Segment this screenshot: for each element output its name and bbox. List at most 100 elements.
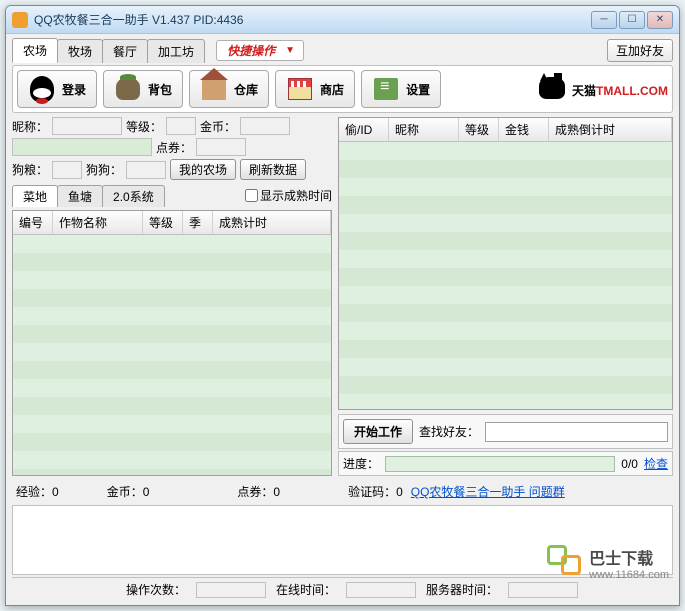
coupon-label: 点券： <box>156 139 192 156</box>
show-mature-check[interactable] <box>245 189 258 202</box>
content-area: 农场 牧场 餐厅 加工坊 快捷操作 ▼ 互加好友 登录 背包 仓库 <box>6 34 679 605</box>
shop-label: 商店 <box>320 81 344 98</box>
dog-label: 狗狗： <box>86 161 122 178</box>
subtabs: 菜地 鱼塘 2.0系统 <box>12 185 164 207</box>
titlebar-text: QQ农牧餐三合一助手 V1.437 PID:4436 <box>34 11 591 28</box>
check-link[interactable]: 检查 <box>644 455 668 472</box>
settings-icon <box>372 75 400 103</box>
th-mature[interactable]: 成熟计时 <box>213 211 331 234</box>
main-tabs: 农场 牧场 餐厅 加工坊 快捷操作 ▼ 互加好友 <box>12 38 673 63</box>
start-work-button[interactable]: 开始工作 <box>343 419 413 444</box>
dogfood-label: 狗粮： <box>12 161 48 178</box>
tmall-logo: 天猫TMALL.COM <box>536 75 668 103</box>
shop-button[interactable]: 商店 <box>275 70 355 108</box>
progress-value: 0/0 <box>621 457 638 471</box>
login-button[interactable]: 登录 <box>17 70 97 108</box>
gold-status: 金币：0 <box>107 483 150 500</box>
close-button[interactable]: ✕ <box>647 11 673 29</box>
subtab-pond[interactable]: 鱼塘 <box>57 185 103 207</box>
th-countdown[interactable]: 成熟倒计时 <box>549 118 672 141</box>
server-field <box>508 582 578 598</box>
nickname-field <box>52 117 122 135</box>
app-window: QQ农牧餐三合一助手 V1.437 PID:4436 ─ ☐ ✕ 农场 牧场 餐… <box>5 5 680 606</box>
shop-icon <box>286 75 314 103</box>
tab-restaurant[interactable]: 餐厅 <box>102 39 148 63</box>
login-label: 登录 <box>62 81 86 98</box>
maximize-button[interactable]: ☐ <box>619 11 645 29</box>
watermark-icon <box>547 545 583 581</box>
bag-button[interactable]: 背包 <box>103 70 183 108</box>
watermark-url: www.11684.com <box>589 569 669 581</box>
body-row: 昵称： 等级： 金币： 点券： 狗粮： 狗狗： 我的农 <box>12 117 673 476</box>
friend-table-body[interactable] <box>339 142 672 409</box>
th-id[interactable]: 编号 <box>13 211 53 234</box>
status-row: 经验：0 金币：0 点券：0 验证码：0 QQ农牧餐三合一助手 问题群 <box>12 480 673 503</box>
online-field <box>346 582 416 598</box>
th-nickname[interactable]: 昵称 <box>389 118 459 141</box>
show-mature-checkbox[interactable]: 显示成熟时间 <box>245 187 332 204</box>
progress-row: 进度： 0/0 检查 <box>338 451 673 476</box>
ops-label: 操作次数： <box>126 581 186 598</box>
th-level2[interactable]: 等级 <box>459 118 499 141</box>
work-row: 开始工作 查找好友： <box>338 414 673 449</box>
th-season[interactable]: 季 <box>183 211 213 234</box>
tab-pasture[interactable]: 牧场 <box>57 39 103 63</box>
tab-workshop[interactable]: 加工坊 <box>147 39 205 63</box>
nickname-label: 昵称： <box>12 118 48 135</box>
left-panel: 昵称： 等级： 金币： 点券： 狗粮： 狗狗： 我的农 <box>12 117 332 476</box>
settings-label: 设置 <box>406 81 430 98</box>
th-crop[interactable]: 作物名称 <box>53 211 143 234</box>
exp-status: 经验：0 <box>16 483 59 500</box>
th-steal[interactable]: 偷/ID <box>339 118 389 141</box>
bag-icon <box>114 75 142 103</box>
help-link[interactable]: QQ农牧餐三合一助手 问题群 <box>411 483 565 500</box>
chevron-down-icon: ▼ <box>281 45 299 56</box>
th-level[interactable]: 等级 <box>143 211 183 234</box>
dog-field <box>126 161 166 179</box>
friend-table: 偷/ID 昵称 等级 金钱 成熟倒计时 <box>338 117 673 410</box>
right-panel: 偷/ID 昵称 等级 金钱 成熟倒计时 开始工作 查找好友： 进度： <box>338 117 673 476</box>
crop-table-header: 编号 作物名称 等级 季 成熟计时 <box>13 211 331 235</box>
dogfood-field <box>52 161 82 179</box>
tmall-cat-icon <box>536 75 568 103</box>
myfarm-button[interactable]: 我的农场 <box>170 159 236 180</box>
gold-label: 金币： <box>200 118 236 135</box>
tab-farm[interactable]: 农场 <box>12 38 58 63</box>
warehouse-label: 仓库 <box>234 81 258 98</box>
th-money[interactable]: 金钱 <box>499 118 549 141</box>
online-label: 在线时间： <box>276 581 336 598</box>
house-icon <box>200 75 228 103</box>
watermark-text: 巴士下载 <box>589 545 669 569</box>
crop-table: 编号 作物名称 等级 季 成熟计时 <box>12 210 332 476</box>
refresh-button[interactable]: 刷新数据 <box>240 159 306 180</box>
coupon-field <box>196 138 246 156</box>
settings-button[interactable]: 设置 <box>361 70 441 108</box>
subtab-field[interactable]: 菜地 <box>12 185 58 207</box>
show-mature-label: 显示成熟时间 <box>260 187 332 204</box>
captcha-status: 验证码：0 <box>348 483 403 500</box>
ops-field <box>196 582 266 598</box>
find-friend-label: 查找好友： <box>419 423 479 440</box>
level-label: 等级： <box>126 118 162 135</box>
qq-penguin-icon <box>28 75 56 103</box>
tmall-en: TMALL.COM <box>596 84 668 98</box>
minimize-button[interactable]: ─ <box>591 11 617 29</box>
server-label: 服务器时间： <box>426 581 498 598</box>
quick-operation-dropdown[interactable]: 快捷操作 ▼ <box>216 40 304 61</box>
coupon-status: 点券：0 <box>237 483 280 500</box>
exp-bar <box>12 138 152 156</box>
progress-label: 进度： <box>343 455 379 472</box>
add-friend-button[interactable]: 互加好友 <box>607 39 673 62</box>
watermark: 巴士下载 www.11684.com <box>547 545 669 581</box>
gold-field <box>240 117 290 135</box>
warehouse-button[interactable]: 仓库 <box>189 70 269 108</box>
level-field <box>166 117 196 135</box>
subtab-sys20[interactable]: 2.0系统 <box>102 185 165 207</box>
window-controls: ─ ☐ ✕ <box>591 11 673 29</box>
find-friend-input[interactable] <box>485 422 668 442</box>
crop-table-body[interactable] <box>13 235 331 475</box>
titlebar[interactable]: QQ农牧餐三合一助手 V1.437 PID:4436 ─ ☐ ✕ <box>6 6 679 34</box>
progress-bar <box>385 456 615 472</box>
tmall-cn: 天猫 <box>572 84 596 98</box>
bag-label: 背包 <box>148 81 172 98</box>
